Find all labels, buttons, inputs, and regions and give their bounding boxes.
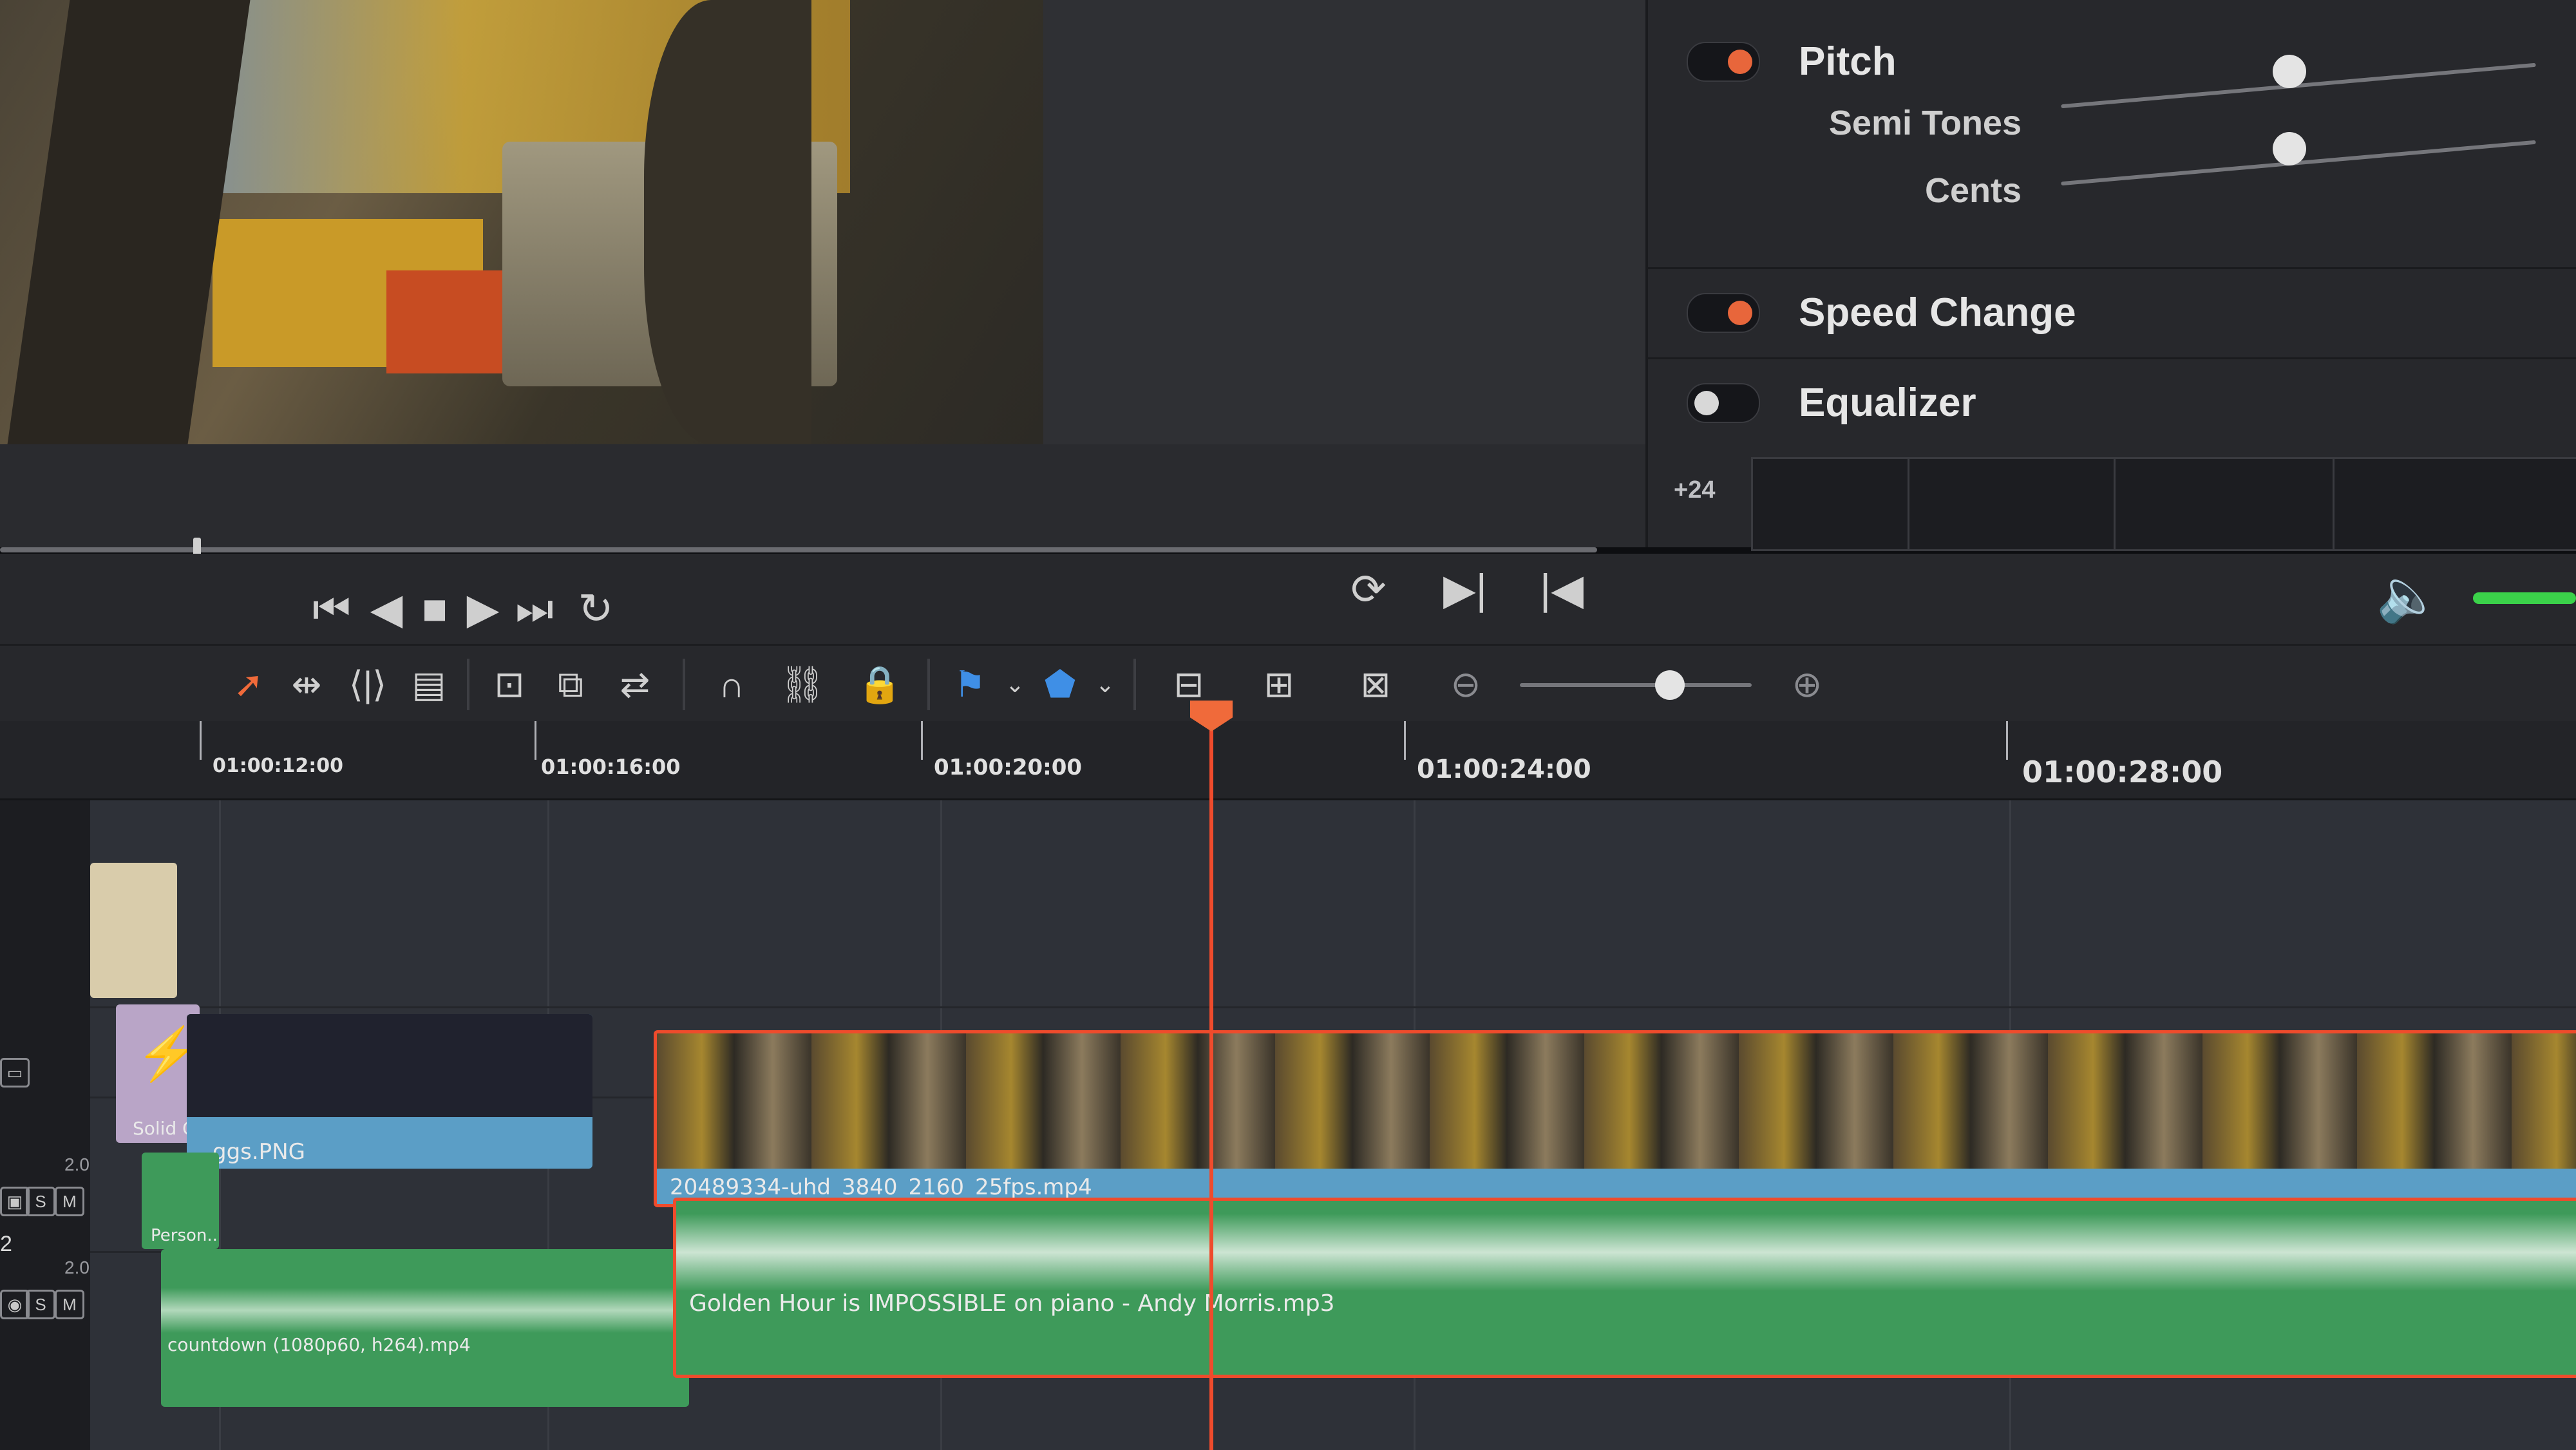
- insert-icon[interactable]: ⊡: [480, 659, 539, 710]
- video-preview-frame: [0, 0, 1043, 444]
- lock-icon[interactable]: 🔒: [850, 659, 909, 710]
- video-clip[interactable]: 20489334-uhd_3840_2160_25fps.mp4: [654, 1030, 2576, 1207]
- dynamic-trim-icon[interactable]: ⟨|⟩: [338, 659, 397, 710]
- overwrite-icon[interactable]: ⧉: [541, 659, 600, 710]
- equalizer-row: Equalizer: [1687, 380, 1976, 426]
- ruler-timecode: 01:00:28:00: [2022, 755, 2223, 789]
- inspector-divider: [1648, 267, 2576, 269]
- edit-toolbar: ➚ ⇹ ⟨|⟩ ▤ ⊡ ⧉ ⇄ ∩ ⛓ 🔒 ⚑ ⌄ ⬟ ⌄ ⊟ ⊞ ⊠ ⊖ ⊕: [0, 644, 2576, 723]
- link-icon[interactable]: ⛓: [773, 659, 832, 710]
- play-icon[interactable]: ▶: [454, 579, 512, 637]
- audio-level-label: 2.0: [64, 1154, 90, 1174]
- zoom-slider-knob[interactable]: [1655, 670, 1685, 700]
- solid-color-clip-top[interactable]: [90, 863, 177, 998]
- snap-icon[interactable]: ∩: [702, 659, 761, 710]
- ruler-timecode: 01:00:24:00: [1417, 755, 1591, 784]
- music-audio-clip[interactable]: Golden Hour is IMPOSSIBLE on piano - And…: [673, 1198, 2576, 1378]
- semi-tones-slider-knob[interactable]: [2273, 55, 2306, 88]
- solo-button[interactable]: S: [26, 1187, 55, 1216]
- pitch-row: Pitch: [1687, 39, 1897, 84]
- eq-db-label: +24: [1674, 476, 1716, 504]
- solo-button[interactable]: S: [26, 1290, 55, 1319]
- playhead-line[interactable]: [1209, 715, 1213, 1450]
- person-clip[interactable]: Person...: [142, 1153, 219, 1249]
- previous-clip-icon[interactable]: |◀: [1533, 560, 1591, 618]
- loop-icon[interactable]: ⟳: [1340, 560, 1397, 618]
- clip-label: 20489334-uhd_3840_2160_25fps.mp4: [670, 1174, 1092, 1200]
- speed-change-row: Speed Change: [1687, 290, 2076, 335]
- eq-graph[interactable]: [1751, 457, 2576, 551]
- clip-label: Golden Hour is IMPOSSIBLE on piano - And…: [689, 1290, 1335, 1317]
- speaker-icon[interactable]: 🔈: [2376, 567, 2441, 625]
- zoom-slider[interactable]: [1520, 683, 1752, 687]
- pitch-label: Pitch: [1799, 39, 1897, 84]
- select-arrow-icon[interactable]: ➚: [219, 659, 278, 710]
- pitch-toggle[interactable]: [1687, 41, 1760, 82]
- audio-level-label: 2.0: [64, 1257, 90, 1277]
- semi-tones-label: Semi Tones: [1828, 104, 2022, 142]
- skip-start-icon[interactable]: ⏮: [303, 579, 361, 637]
- zoom-detail-icon[interactable]: ⊞: [1249, 659, 1309, 710]
- zoom-custom-icon[interactable]: ⊠: [1346, 659, 1405, 710]
- toolbar-separator: [927, 659, 930, 710]
- cents-label: Cents: [1924, 171, 2022, 210]
- viewer-scrub-bar[interactable]: [0, 547, 1597, 552]
- toolbar-separator: [683, 659, 685, 710]
- skip-end-icon[interactable]: ⏭: [506, 579, 564, 637]
- chevron-down-icon[interactable]: ⌄: [1075, 659, 1135, 710]
- ruler-timecode: 01:00:12:00: [213, 755, 343, 777]
- speed-change-label: Speed Change: [1799, 290, 2076, 335]
- speed-change-toggle[interactable]: [1687, 292, 1760, 333]
- transport-bar: ⟳ ▶| |◀ ⏮ ◀ ■ ▶ ⏭ ↻ 🔈: [0, 554, 2576, 644]
- zoom-out-icon[interactable]: ⊖: [1436, 659, 1495, 710]
- trim-icon[interactable]: ⇹: [277, 659, 336, 710]
- track-headers: ▭ 2.0 ▣ S M 2 2.0 ◉ S M: [0, 800, 90, 1450]
- audio-inspector-panel: Pitch Semi Tones Cents Speed Change Equa…: [1645, 0, 2576, 551]
- play-forward-frame-icon[interactable]: ▶|: [1436, 560, 1494, 618]
- clip-label: Person...: [151, 1226, 219, 1245]
- countdown-audio-clip[interactable]: countdown (1080p60, h264).mp4: [161, 1249, 689, 1407]
- clip-label: ggs.PNG: [213, 1139, 305, 1165]
- viewer-panel: [0, 0, 1649, 547]
- ruler-timecode: 01:00:20:00: [934, 755, 1083, 780]
- mute-button[interactable]: M: [55, 1187, 84, 1216]
- ruler-timecode: 01:00:16:00: [541, 755, 681, 779]
- inspector-divider: [1648, 357, 2576, 359]
- blade-icon[interactable]: ▤: [399, 659, 459, 710]
- toolbar-separator: [1133, 659, 1136, 710]
- mute-button[interactable]: M: [55, 1290, 84, 1319]
- timeline-ruler[interactable]: 01:00:12:00 01:00:16:00 01:00:20:00 01:0…: [0, 721, 2576, 800]
- equalizer-toggle[interactable]: [1687, 382, 1760, 423]
- zoom-in-icon[interactable]: ⊕: [1777, 659, 1837, 710]
- replace-icon[interactable]: ⇄: [605, 659, 665, 710]
- viewer-empty-area: [1043, 0, 1649, 444]
- cents-slider-knob[interactable]: [2273, 132, 2306, 165]
- audio-level-meter: [2473, 592, 2576, 604]
- image-clip[interactable]: ggs.PNG: [187, 1014, 592, 1169]
- track-number-label: 2: [0, 1232, 12, 1256]
- toolbar-separator: [467, 659, 469, 710]
- track-monitor-icon[interactable]: ▭: [0, 1058, 30, 1088]
- loop-repeat-icon[interactable]: ↻: [567, 579, 625, 637]
- clip-label: countdown (1080p60, h264).mp4: [167, 1334, 471, 1355]
- equalizer-label: Equalizer: [1799, 381, 1976, 425]
